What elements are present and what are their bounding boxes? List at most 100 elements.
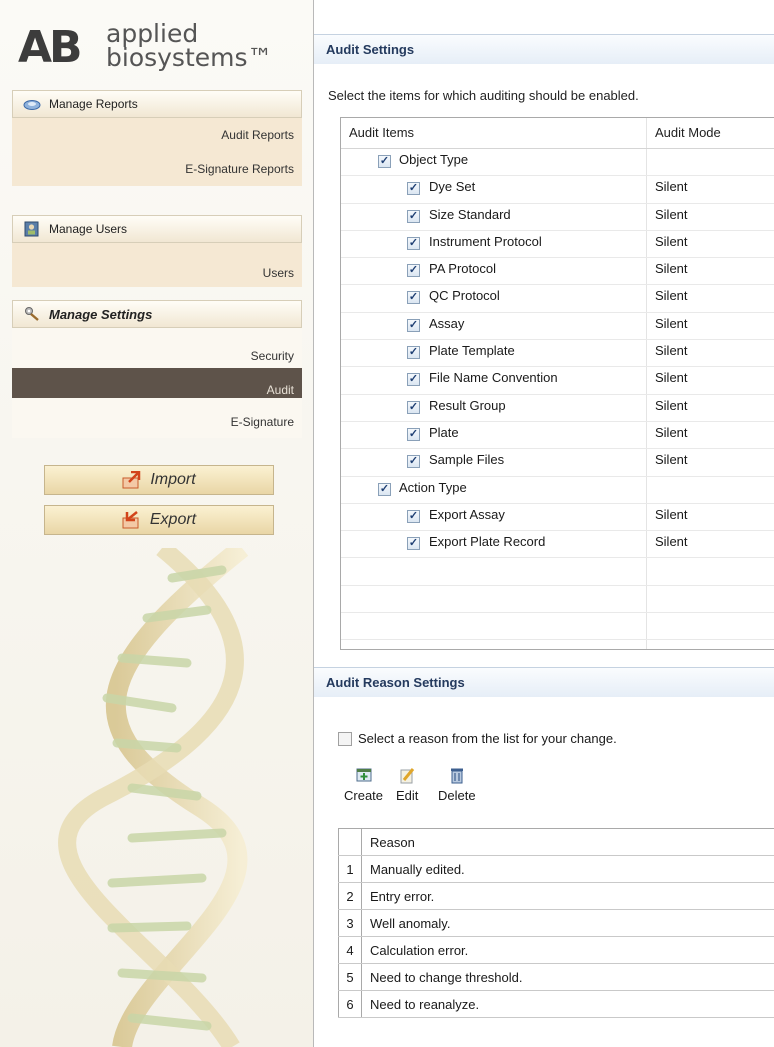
audit-row-size-standard: ✓ Size Standard Silent xyxy=(341,204,774,231)
sample-files-label: Sample Files xyxy=(429,452,505,468)
reports-icon xyxy=(23,100,41,110)
reason-text[interactable]: Manually edited. xyxy=(361,855,774,883)
manage-users-items: Users xyxy=(12,243,302,287)
sample-files-mode[interactable]: Silent xyxy=(655,452,688,467)
audit-row-assay: ✓ Assay Silent xyxy=(341,313,774,341)
reason-row[interactable]: 2 Entry error. xyxy=(338,882,774,910)
sidebar: AB applied biosystems™ Manage Reports Au… xyxy=(0,0,314,1047)
audit-settings-title: Audit Settings xyxy=(314,34,774,64)
reason-row[interactable]: 3 Well anomaly. xyxy=(338,909,774,937)
manage-settings-items: Security Audit E-Signature xyxy=(12,328,302,438)
plate-mode[interactable]: Silent xyxy=(655,425,688,440)
audit-row-plate-template: ✓ Plate Template Silent xyxy=(341,340,774,368)
assay-label: Assay xyxy=(429,315,465,331)
plate-template-mode[interactable]: Silent xyxy=(655,343,688,358)
audit-row-plate: ✓ Plate Silent xyxy=(341,422,774,450)
audit-row-export-plate-record: ✓ Export Plate Record Silent xyxy=(341,531,774,559)
export-plate-record-checkbox[interactable]: ✓ xyxy=(407,537,420,551)
nav-e-signature-reports[interactable]: E-Signature Reports xyxy=(12,152,302,186)
export-assay-checkbox[interactable]: ✓ xyxy=(407,509,420,523)
create-button[interactable]: Create xyxy=(344,766,383,803)
qc-protocol-mode[interactable]: Silent xyxy=(655,288,688,303)
select-reason-checkbox[interactable] xyxy=(338,731,352,746)
audit-rows: ✓ Object Type ✓ Dye Set Silent ✓ Size St… xyxy=(341,149,774,641)
audit-reason-settings-title: Audit Reason Settings xyxy=(314,667,774,697)
logo-text: applied biosystems™ xyxy=(106,19,273,72)
audit-items-table: Audit Items Audit Mode ✓ Object Type ✓ D… xyxy=(340,117,774,650)
size-standard-label: Size Standard xyxy=(429,206,511,222)
delete-button[interactable]: Delete xyxy=(438,766,476,803)
reason-table-header: Reason xyxy=(338,828,774,856)
assay-mode[interactable]: Silent xyxy=(655,316,688,331)
reason-row[interactable]: 5 Need to change threshold. xyxy=(338,963,774,991)
sample-files-checkbox[interactable]: ✓ xyxy=(407,455,420,469)
file-name-convention-mode[interactable]: Silent xyxy=(655,370,688,385)
export-plate-record-label: Export Plate Record xyxy=(429,534,546,550)
manage-reports-items: Audit Reports E-Signature Reports xyxy=(12,118,302,186)
users-icon xyxy=(24,221,39,237)
reason-row[interactable]: 4 Calculation error. xyxy=(338,936,774,964)
plate-checkbox[interactable]: ✓ xyxy=(407,427,420,441)
size-standard-mode[interactable]: Silent xyxy=(655,207,688,222)
import-button[interactable]: Import xyxy=(44,465,274,495)
reason-row[interactable]: 1 Manually edited. xyxy=(338,855,774,883)
pa-protocol-mode[interactable]: Silent xyxy=(655,261,688,276)
plate-template-checkbox[interactable]: ✓ xyxy=(407,346,420,360)
edit-icon xyxy=(400,768,415,784)
result-group-mode[interactable]: Silent xyxy=(655,398,688,413)
dye-set-checkbox[interactable]: ✓ xyxy=(407,182,420,196)
nav-e-signature[interactable]: E-Signature xyxy=(12,398,302,438)
nav-security[interactable]: Security xyxy=(12,328,302,368)
export-label: Export xyxy=(149,511,197,528)
empty-row xyxy=(341,558,774,586)
plate-template-label: Plate Template xyxy=(429,343,515,359)
nav-audit[interactable]: Audit xyxy=(12,368,302,398)
manage-reports-label: Manage Reports xyxy=(49,97,138,111)
manage-settings-header[interactable]: Manage Settings xyxy=(12,300,302,328)
action-type-checkbox[interactable]: ✓ xyxy=(378,482,391,496)
create-icon xyxy=(356,768,372,782)
result-group-checkbox[interactable]: ✓ xyxy=(407,400,420,414)
reason-table: Reason 1 Manually edited. 2 Entry error.… xyxy=(338,828,774,1018)
applied-biosystems-logo: AB applied biosystems™ xyxy=(18,19,303,73)
reason-text[interactable]: Need to reanalyze. xyxy=(361,990,774,1018)
empty-row xyxy=(341,586,774,614)
instrument-protocol-mode[interactable]: Silent xyxy=(655,234,688,249)
audit-row-pa-protocol: ✓ PA Protocol Silent xyxy=(341,258,774,286)
reason-text[interactable]: Entry error. xyxy=(361,882,774,910)
audit-row-result-group: ✓ Result Group Silent xyxy=(341,395,774,422)
action-type-label: Action Type xyxy=(399,479,467,495)
logo-mark: AB xyxy=(18,22,83,73)
qc-protocol-checkbox[interactable]: ✓ xyxy=(407,291,420,305)
export-button[interactable]: Export xyxy=(44,505,274,535)
assay-checkbox[interactable]: ✓ xyxy=(407,318,420,332)
edit-button[interactable]: Edit xyxy=(396,766,418,803)
pa-protocol-checkbox[interactable]: ✓ xyxy=(407,264,420,278)
reason-text[interactable]: Need to change threshold. xyxy=(361,963,774,991)
export-icon xyxy=(122,511,139,529)
reason-text[interactable]: Calculation error. xyxy=(361,936,774,964)
export-plate-record-mode[interactable]: Silent xyxy=(655,534,688,549)
export-assay-mode[interactable]: Silent xyxy=(655,507,688,522)
file-name-convention-checkbox[interactable]: ✓ xyxy=(407,373,420,387)
reason-row-number: 5 xyxy=(338,963,362,991)
reason-row[interactable]: 6 Need to reanalyze. xyxy=(338,990,774,1018)
audit-mode-column-header[interactable]: Audit Mode xyxy=(655,125,721,140)
import-label: Import xyxy=(150,471,196,488)
nav-audit-reports[interactable]: Audit Reports xyxy=(12,118,302,152)
manage-settings-label: Manage Settings xyxy=(49,306,153,322)
size-standard-checkbox[interactable]: ✓ xyxy=(407,209,420,223)
reason-text[interactable]: Well anomaly. xyxy=(361,909,774,937)
reason-column-header[interactable]: Reason xyxy=(361,828,774,856)
object-type-checkbox[interactable]: ✓ xyxy=(378,155,391,168)
instrument-protocol-checkbox[interactable]: ✓ xyxy=(407,236,420,250)
dye-set-mode[interactable]: Silent xyxy=(655,179,688,194)
edit-label: Edit xyxy=(396,788,419,803)
settings-icon xyxy=(25,307,39,321)
manage-users-header[interactable]: Manage Users xyxy=(12,215,302,243)
audit-items-column-header[interactable]: Audit Items xyxy=(349,125,414,140)
reason-row-number: 1 xyxy=(338,855,362,883)
manage-reports-header[interactable]: Manage Reports xyxy=(12,90,302,118)
select-reason-option[interactable]: Select a reason from the list for your c… xyxy=(338,731,617,746)
nav-users[interactable]: Users xyxy=(12,243,302,287)
